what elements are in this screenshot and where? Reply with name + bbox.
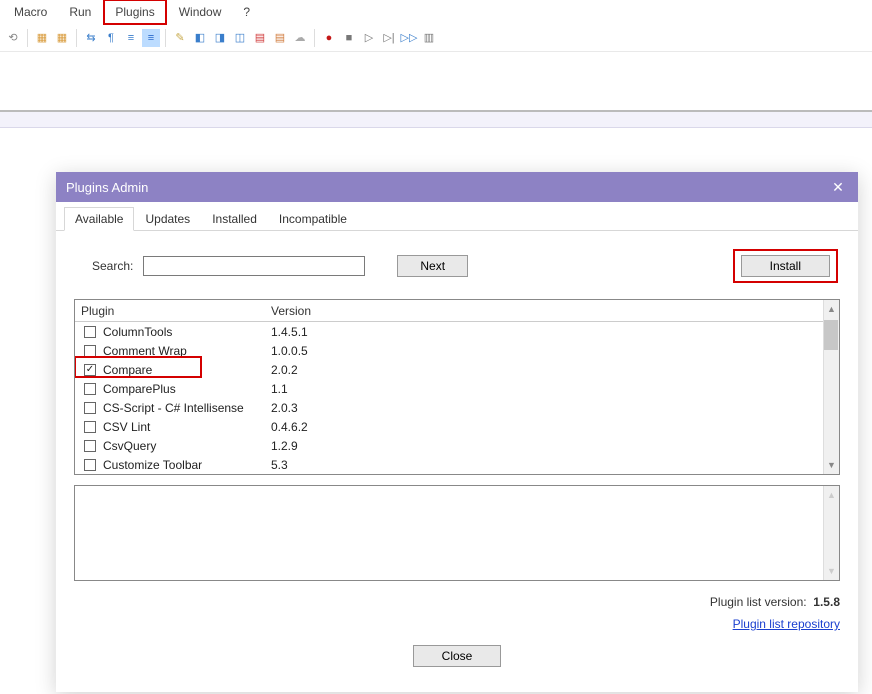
toolbar-icon[interactable]: ▤ [271, 29, 289, 47]
menubar: Macro Run Plugins Window ? [0, 0, 872, 24]
plugin-version: 1.2.9 [271, 439, 391, 453]
plugin-name: CS-Script - C# Intellisense [99, 401, 271, 415]
repository-link[interactable]: Plugin list repository [733, 617, 840, 631]
plugin-checkbox[interactable]: ✓ [81, 364, 99, 376]
close-button[interactable]: Close [413, 645, 502, 667]
toolbar-icon[interactable]: ☁ [291, 29, 309, 47]
install-button[interactable]: Install [741, 255, 830, 277]
plugin-list-version: 1.5.8 [813, 595, 840, 609]
menu-macro[interactable]: Macro [4, 1, 57, 23]
plugin-version: 1.4.5.1 [271, 325, 391, 339]
document-area [0, 52, 872, 112]
toolbar-save-icon[interactable]: ▥ [420, 29, 438, 47]
grid-rows: ColumnTools 1.4.5.1 Comment Wrap 1.0.0.5… [75, 322, 839, 474]
toolbar-icon[interactable]: ◧ [191, 29, 209, 47]
plugin-row[interactable]: ✓ Compare 2.0.2 [75, 360, 839, 379]
plugin-name: CSV Lint [99, 420, 271, 434]
header-plugin[interactable]: Plugin [75, 304, 271, 318]
plugin-row[interactable]: Comment Wrap 1.0.0.5 [75, 341, 839, 360]
plugin-list-version-label: Plugin list version: [710, 595, 807, 609]
toolbar-icon[interactable]: ⇆ [82, 29, 100, 47]
plugin-name: Customize Toolbar [99, 458, 271, 472]
scroll-down-icon[interactable]: ▼ [824, 456, 839, 474]
dialog-close-button[interactable]: ✕ [828, 177, 848, 197]
plugin-row[interactable]: Customize Toolbar 5.3 [75, 455, 839, 474]
toolbar-stop-icon[interactable]: ■ [340, 29, 358, 47]
menu-help[interactable]: ? [233, 1, 260, 23]
plugin-grid: Plugin Version ColumnTools 1.4.5.1 Comme… [74, 299, 840, 475]
plugin-version: 5.3 [271, 458, 391, 472]
plugin-version: 1.1 [271, 382, 391, 396]
scrollbar[interactable]: ▲ ▼ [823, 300, 839, 474]
toolbar-icon[interactable]: ¶ [102, 29, 120, 47]
toolbar-icon[interactable]: ≡ [122, 29, 140, 47]
plugin-version: 2.0.3 [271, 401, 391, 415]
tab-incompatible[interactable]: Incompatible [268, 207, 358, 231]
menu-run[interactable]: Run [59, 1, 101, 23]
plugin-row[interactable]: ComparePlus 1.1 [75, 379, 839, 398]
search-input[interactable] [143, 256, 365, 276]
dialog-titlebar: Plugins Admin ✕ [56, 172, 858, 202]
toolbar-step-icon[interactable]: ▷| [380, 29, 398, 47]
plugin-checkbox[interactable] [81, 345, 99, 357]
toolbar-icon[interactable]: ▦ [53, 29, 71, 47]
dialog-title: Plugins Admin [66, 180, 148, 195]
plugin-checkbox[interactable] [81, 440, 99, 452]
header-version[interactable]: Version [271, 304, 391, 318]
plugin-version: 2.0.2 [271, 363, 391, 377]
plugin-name: CsvQuery [99, 439, 271, 453]
menu-window[interactable]: Window [169, 1, 232, 23]
scroll-thumb[interactable] [824, 320, 838, 350]
toolbar-record-icon[interactable]: ● [320, 29, 338, 47]
plugin-checkbox[interactable] [81, 459, 99, 471]
plugin-row[interactable]: ColumnTools 1.4.5.1 [75, 322, 839, 341]
toolbar-icon[interactable]: ▤ [251, 29, 269, 47]
grid-header: Plugin Version [75, 300, 839, 322]
plugin-version: 0.4.6.2 [271, 420, 391, 434]
toolbar-play-icon[interactable]: ▷ [360, 29, 378, 47]
tab-available[interactable]: Available [64, 207, 134, 231]
dialog-tabs: Available Updates Installed Incompatible [56, 202, 858, 231]
tab-updates[interactable]: Updates [134, 207, 201, 231]
plugin-row[interactable]: CS-Script - C# Intellisense 2.0.3 [75, 398, 839, 417]
toolbar-icon[interactable]: ⟲ [4, 29, 22, 47]
scroll-up-icon[interactable]: ▲ [824, 300, 839, 318]
menu-plugins[interactable]: Plugins [103, 0, 166, 25]
toolbar-ff-icon[interactable]: ▷▷ [400, 29, 418, 47]
plugin-name: ColumnTools [99, 325, 271, 339]
toolbar-icon[interactable]: ✎ [171, 29, 189, 47]
install-highlight: Install [733, 249, 838, 283]
plugin-name: Comment Wrap [99, 344, 271, 358]
toolbar: ⟲ ▦ ▦ ⇆ ¶ ≡ ≡ ✎ ◧ ◨ ◫ ▤ ▤ ☁ ● ■ ▷ ▷| ▷▷ … [0, 24, 872, 52]
plugin-row[interactable]: CSV Lint 0.4.6.2 [75, 417, 839, 436]
plugin-version: 1.0.0.5 [271, 344, 391, 358]
plugin-row[interactable]: CsvQuery 1.2.9 [75, 436, 839, 455]
toolbar-icon[interactable]: ▦ [33, 29, 51, 47]
next-button[interactable]: Next [397, 255, 468, 277]
plugin-checkbox[interactable] [81, 402, 99, 414]
dialog-footer: Plugin list version: 1.5.8 Plugin list r… [74, 595, 840, 667]
plugin-description: ▲ ▼ [74, 485, 840, 581]
plugins-admin-dialog: Plugins Admin ✕ Available Updates Instal… [56, 172, 858, 692]
plugin-name: ComparePlus [99, 382, 271, 396]
scrollbar[interactable]: ▲ ▼ [823, 486, 839, 580]
toolbar-icon[interactable]: ≡ [142, 29, 160, 47]
tab-installed[interactable]: Installed [201, 207, 268, 231]
controls-row: Search: Next Install [56, 231, 858, 293]
scroll-down-icon: ▼ [824, 562, 839, 580]
plugin-checkbox[interactable] [81, 421, 99, 433]
plugin-checkbox[interactable] [81, 383, 99, 395]
tab-strip-area [0, 112, 872, 128]
toolbar-icon[interactable]: ◨ [211, 29, 229, 47]
search-label: Search: [92, 259, 133, 273]
toolbar-icon[interactable]: ◫ [231, 29, 249, 47]
scroll-up-icon: ▲ [824, 486, 839, 504]
plugin-name: Compare [99, 363, 271, 377]
plugin-checkbox[interactable] [81, 326, 99, 338]
